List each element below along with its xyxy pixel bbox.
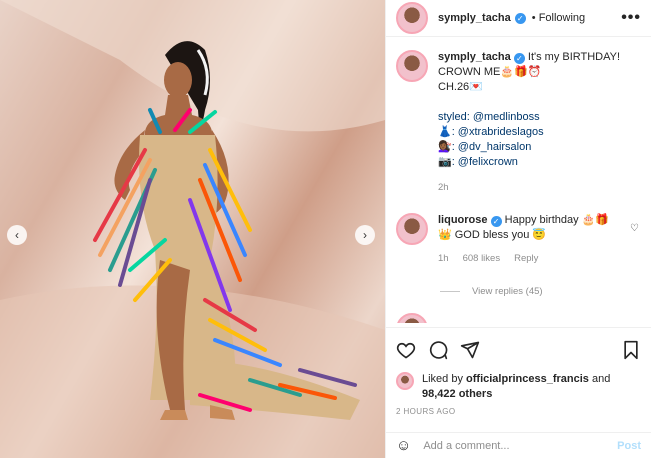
author-username[interactable]: symply_tacha <box>438 12 511 24</box>
caption-username[interactable]: symply_tacha <box>438 51 511 63</box>
caption-avatar[interactable] <box>396 50 428 82</box>
emoji-icon[interactable]: ☺ <box>396 437 411 454</box>
next-photo-button[interactable]: › <box>355 225 375 245</box>
likes-count[interactable]: 98,422 others <box>422 388 492 400</box>
share-icon[interactable] <box>460 340 480 360</box>
add-comment-bar: ☺ Post <box>386 432 651 458</box>
comments-list[interactable]: symply_tacha ✓ It's my BIRTHDAY! CROWN M… <box>386 50 651 325</box>
reply-button[interactable]: Reply <box>514 251 538 266</box>
caption-text-line: CROWN ME🎂🎁⏰ <box>438 66 542 78</box>
next-comment-peek <box>386 313 651 323</box>
post-comment-button[interactable]: Post <box>617 440 641 452</box>
liker-username[interactable]: officialprincess_francis <box>466 373 589 385</box>
commenter-username[interactable]: liquorose <box>438 214 488 226</box>
comment-like-icon[interactable]: ♡ <box>630 223 639 234</box>
view-replies-button[interactable]: View replies (45) <box>440 286 651 297</box>
verified-icon: ✓ <box>490 216 502 227</box>
verified-icon: ✓ <box>513 53 525 64</box>
comment-timestamp[interactable]: 1h <box>438 251 449 266</box>
caption-mention[interactable]: styled: @medlinboss <box>438 110 620 125</box>
bookmark-icon[interactable] <box>621 340 641 360</box>
caption-mention[interactable]: 💇🏾‍♀️: @dv_hairsalon <box>438 140 620 155</box>
comment-likes-count[interactable]: 608 likes <box>463 251 501 266</box>
caption: symply_tacha ✓ It's my BIRTHDAY! CROWN M… <box>386 50 651 195</box>
heart-icon[interactable] <box>396 340 416 360</box>
likes-mid: and <box>588 373 611 385</box>
commenter-avatar[interactable] <box>396 313 428 323</box>
post-timestamp[interactable]: 2 HOURS AGO <box>396 407 456 416</box>
following-status[interactable]: • Following <box>532 12 585 24</box>
caption-timestamp[interactable]: 2h <box>438 180 620 195</box>
post-details-panel: symply_tacha ✓ • Following ••• symply_ta… <box>385 0 651 458</box>
birthday-gown-photo <box>0 0 385 458</box>
comment-input[interactable] <box>423 439 606 452</box>
comment-text: Happy birthday 🎂🎁 <box>504 214 610 226</box>
action-bar <box>386 327 651 360</box>
previous-photo-button[interactable]: ‹ <box>7 225 27 245</box>
liker-avatar[interactable] <box>396 372 414 390</box>
comment-item: liquorose ✓ Happy birthday 🎂🎁 👑 GOD bles… <box>386 213 651 266</box>
likes-summary: Liked by officialprincess_francis and 98… <box>396 372 641 402</box>
comment-text: 👑 GOD bless you 😇 <box>438 229 547 241</box>
caption-text-line: It's my BIRTHDAY! <box>527 51 621 63</box>
post-header: symply_tacha ✓ • Following ••• <box>386 0 651 37</box>
likes-prefix: Liked by <box>422 373 467 385</box>
comment-icon[interactable] <box>428 340 448 360</box>
more-options-icon[interactable]: ••• <box>621 9 641 27</box>
caption-mention[interactable]: 📷: @felixcrown <box>438 155 620 170</box>
author-avatar[interactable] <box>396 2 428 34</box>
verified-icon: ✓ <box>514 12 526 24</box>
commenter-avatar[interactable] <box>396 213 428 245</box>
caption-mention[interactable]: 👗: @xtrabrideslagos <box>438 125 620 140</box>
post-photo[interactable]: ‹ › <box>0 0 385 458</box>
caption-text-line: CH.26💌 <box>438 81 483 93</box>
